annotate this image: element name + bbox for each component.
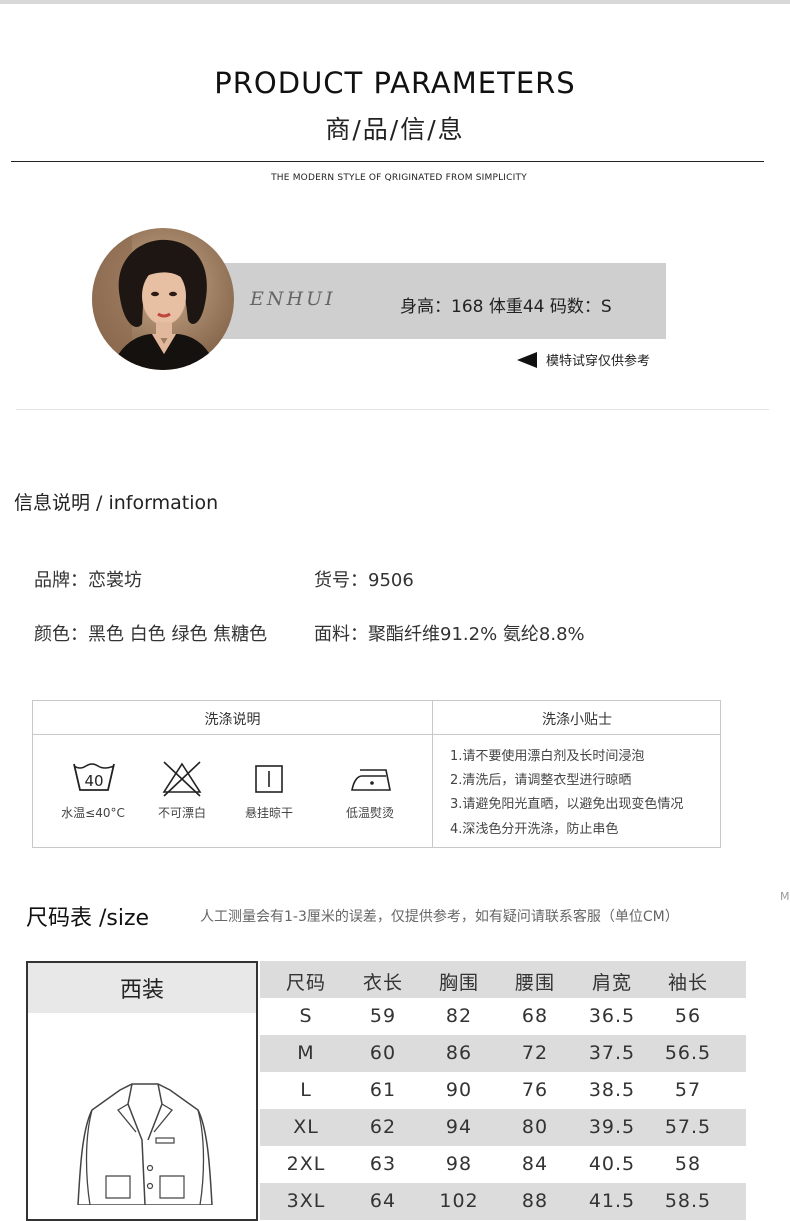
table-cell: 61 [369,1079,397,1101]
table-row: L 61 90 76 38.5 57 [260,1072,746,1109]
table-cell: 60 [369,1042,397,1064]
wash-tip: 2.清洗后，请调整衣型进行晾晒 [450,773,632,788]
wash-instructions-header: 洗涤说明 [204,712,261,728]
icon-label: 低温熨烫 [345,806,394,820]
table-cell: 102 [439,1190,479,1212]
model-note: 模特试穿仅供参考 [546,354,651,369]
wash-tip: 3.请避免阳光直晒，以避免出现变色情况 [450,797,684,812]
column-header: 衣长 [362,972,403,994]
size-note: 人工测量会有1-3厘米的误差，仅提供参考，如有疑问请联系客服（单位CM） [200,909,679,925]
table-cell: 82 [445,1005,473,1027]
low-iron-icon [350,764,392,798]
wash-40-icon: 40 [72,760,116,798]
model-avatar [92,228,234,370]
blazer-sketch-icon [70,1080,220,1209]
icon-label: 水温≤40°C [61,806,125,820]
icon-label: 不可漂白 [157,806,206,820]
table-cell: S [299,1005,313,1027]
icon-label: 悬挂晾干 [244,806,293,820]
table-cell: 40.5 [588,1153,636,1175]
table-cell: 57.5 [664,1116,712,1138]
wash-tips-header: 洗涤小贴士 [542,712,612,728]
table-cell: 39.5 [588,1116,636,1138]
page-title-cn: 商/品/信/息 [325,115,465,144]
svg-text:40: 40 [84,772,103,790]
table-cell: 90 [445,1079,473,1101]
table-cell: 58.5 [664,1190,712,1212]
table-row: M 60 86 72 37.5 56.5 [260,1035,746,1072]
table-row: 2XL 63 98 84 40.5 58 [260,1146,746,1183]
table-cell: M [297,1042,315,1064]
table-cell: 64 [369,1190,397,1212]
no-bleach-icon [160,760,204,802]
colors-field: 颜色：黑色 白色 绿色 焦糖色 [34,624,268,645]
divider [16,409,769,410]
table-cell: 2XL [286,1153,326,1175]
info-heading: 信息说明 / information [14,492,219,514]
note-arrow-icon [517,352,537,368]
column-header: 肩宽 [591,972,632,994]
table-cell: 37.5 [588,1042,636,1064]
table-cell: XL [293,1116,319,1138]
table-cell: 80 [521,1116,549,1138]
table-row: XL 62 94 80 39.5 57.5 [260,1109,746,1146]
table-row: S 59 82 68 36.5 56 [260,998,746,1035]
table-cell: 68 [521,1005,549,1027]
side-mark: M [780,890,790,903]
table-row: 3XL 64 102 88 41.5 58.5 [260,1183,746,1220]
column-header: 尺码 [285,972,326,994]
table-cell: 63 [369,1153,397,1175]
divider [11,161,764,162]
size-heading: 尺码表 /size [26,906,150,931]
column-header: 胸围 [438,972,479,994]
table-cell: 36.5 [588,1005,636,1027]
brand-signature: ENHUI [250,288,336,310]
table-cell: 57 [674,1079,702,1101]
table-cell: 88 [521,1190,549,1212]
column-header: 腰围 [514,972,555,994]
item-number-field: 货号：9506 [314,570,414,591]
table-cell: 84 [521,1153,549,1175]
table-cell: 3XL [286,1190,326,1212]
table-cell: 59 [369,1005,397,1027]
table-cell: 41.5 [588,1190,636,1212]
size-table-header: 尺码 衣长 胸围 腰围 肩宽 袖长 [260,961,746,998]
brand-field: 品牌：恋裳坊 [34,570,142,591]
table-cell: 72 [521,1042,549,1064]
table-cell: 58 [674,1153,702,1175]
table-cell: L [300,1079,312,1101]
column-header: 袖长 [667,972,708,994]
hang-dry-icon [254,764,284,798]
model-photo-icon [92,228,234,370]
wash-tip: 4.深浅色分开洗涤，防止串色 [450,822,619,837]
table-divider [33,734,721,735]
page-subtitle: THE MODERN STYLE OF QRIGINATED FROM SIMP… [271,173,527,183]
page-title: PRODUCT PARAMETERS [214,66,576,100]
wash-tip: 1.请不要使用漂白剂及长时间浸泡 [450,749,645,764]
table-cell: 38.5 [588,1079,636,1101]
table-cell: 76 [521,1079,549,1101]
table-cell: 86 [445,1042,473,1064]
table-cell: 98 [445,1153,473,1175]
model-measurements: 身高：168 体重44 码数：S [400,297,612,317]
fabric-field: 面料：聚酯纤维91.2% 氨纶8.8% [314,624,585,645]
table-cell: 56 [674,1005,702,1027]
table-cell: 62 [369,1116,397,1138]
table-cell: 94 [445,1116,473,1138]
top-bar [0,0,790,4]
garment-title: 西装 [119,978,164,1003]
table-cell: 56.5 [664,1042,712,1064]
